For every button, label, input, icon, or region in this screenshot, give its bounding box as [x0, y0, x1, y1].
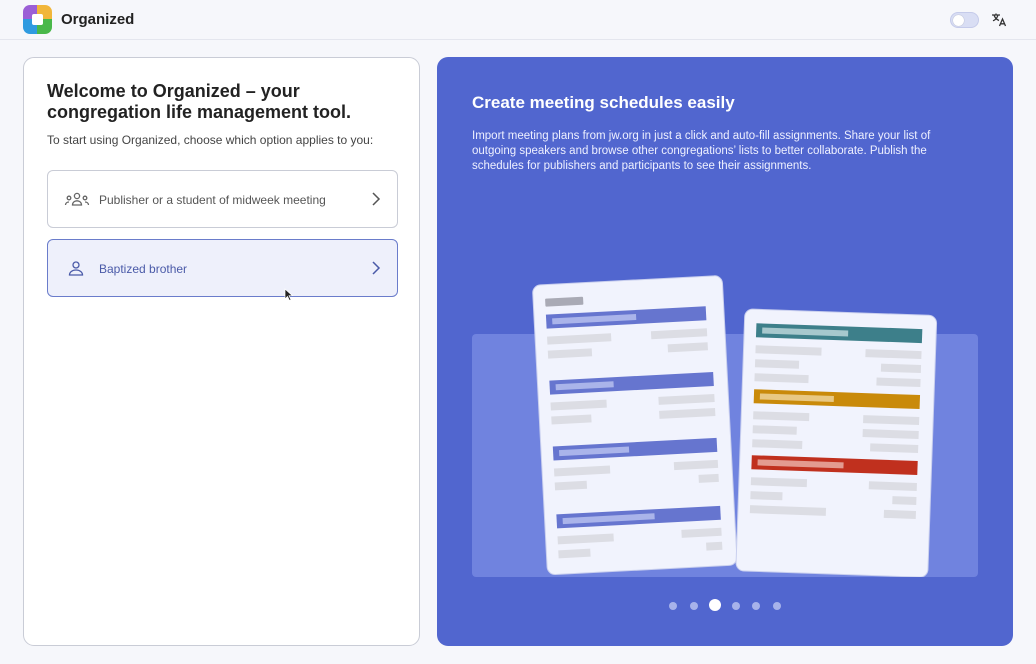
- carousel-dot[interactable]: [773, 602, 781, 610]
- carousel-dot[interactable]: [732, 602, 740, 610]
- slide-title: Create meeting schedules easily: [472, 93, 735, 112]
- welcome-title: Welcome to Organized – your congregation…: [47, 81, 352, 122]
- app-title: Organized: [61, 11, 135, 28]
- chevron-right-icon: [371, 191, 381, 207]
- option-label: Publisher or a student of midweek meetin…: [99, 193, 326, 207]
- theme-toggle[interactable]: [950, 12, 979, 28]
- chevron-right-icon: [371, 260, 381, 276]
- welcome-panel: Welcome to Organized – your congregation…: [23, 57, 420, 646]
- organized-logo-icon: [23, 5, 52, 34]
- carousel-dots: [665, 599, 785, 613]
- option-label: Baptized brother: [99, 262, 188, 276]
- translate-icon[interactable]: [990, 11, 1007, 28]
- welcome-subtitle: To start using Organized, choose which o…: [47, 133, 374, 147]
- toggle-knob: [953, 15, 964, 26]
- carousel-dot[interactable]: [669, 602, 677, 610]
- carousel-dot[interactable]: [752, 602, 760, 610]
- option-baptized-brother[interactable]: Baptized brother: [47, 239, 398, 297]
- group-icon: [64, 191, 90, 209]
- top-bar: Organized: [0, 0, 1036, 40]
- option-publisher-student[interactable]: Publisher or a student of midweek meetin…: [47, 170, 398, 228]
- carousel-dot-active[interactable]: [709, 599, 721, 611]
- person-icon: [64, 260, 90, 278]
- feature-carousel: Create meeting schedules easily Import m…: [437, 57, 1013, 646]
- slide-description: Import meeting plans from jw.org in just…: [472, 130, 931, 172]
- schedule-illustration: [472, 272, 978, 578]
- carousel-dot[interactable]: [690, 602, 698, 610]
- mouse-cursor-icon: [284, 288, 294, 302]
